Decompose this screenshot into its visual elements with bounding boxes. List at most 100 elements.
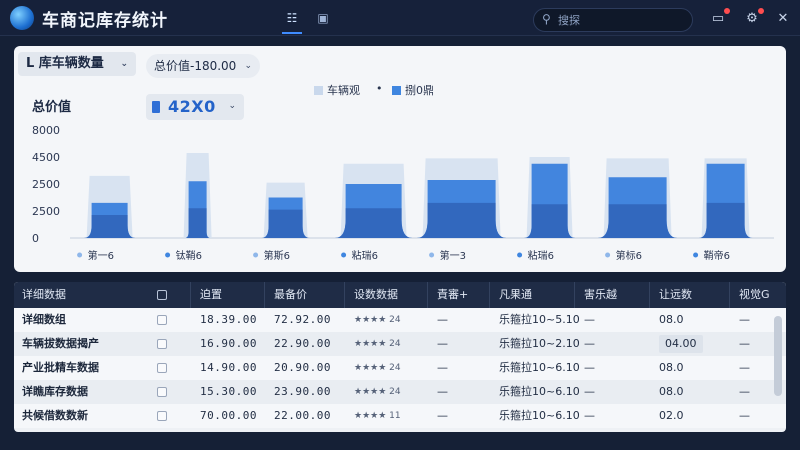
column-header[interactable]: 设数数据: [354, 282, 398, 308]
category-dot: [429, 252, 435, 258]
table-row[interactable]: 详瞧库存数据 15.30.00 23.90.00 ★★★★ 24 — 乐箍拉10~6.10…: [14, 380, 786, 404]
column-separator: [649, 282, 650, 308]
table-cell: 15.30.00: [200, 385, 257, 398]
table-cell: —: [739, 361, 750, 374]
table-cell: 72.92.00: [274, 313, 331, 326]
close-icon[interactable]: ✕: [774, 10, 792, 28]
table-row[interactable]: 车辆拔数据揭产 16.90.00 22.90.00 ★★★★ 24 — 乐箍拉10~2.1…: [14, 332, 786, 356]
table-cell: 22.00.00: [274, 409, 331, 422]
table-cell: 08.0: [659, 361, 684, 374]
column-separator: [427, 282, 428, 308]
table-cell: —: [739, 385, 750, 398]
table-row[interactable]: 产业批精车数据 14.90.00 20.90.00 ★★★★ 24 — 乐箍拉10~6.1…: [14, 356, 786, 380]
x-tick-label: 第一3: [440, 249, 466, 262]
x-tick-label: 第标6: [616, 249, 642, 262]
table-cell: 共候借数数新: [22, 409, 88, 422]
notification-dot: [758, 8, 764, 14]
table-cell: 08.0: [659, 313, 684, 326]
row-checkbox[interactable]: [157, 411, 167, 421]
table-cell: 20.90.00: [274, 361, 331, 374]
table-cell: —: [437, 409, 448, 422]
y-tick-label: 2500: [32, 205, 60, 218]
column-separator: [190, 282, 191, 308]
category-dot: [341, 252, 347, 258]
search-input[interactable]: [558, 12, 686, 28]
x-tick-label: 鞘帝6: [704, 249, 730, 262]
category-dot: [605, 252, 611, 258]
table-cell: 08.0: [659, 385, 684, 398]
column-header[interactable]: 详细数据: [22, 282, 66, 308]
table-cell: —: [584, 337, 595, 350]
column-header[interactable]: 视觉G: [739, 282, 770, 308]
table-cell: 产业批精车数据: [22, 361, 99, 374]
table-cell: 乐箍拉10~6.10: [499, 361, 580, 374]
chart-bar: [184, 208, 211, 238]
table-cell: 详细数组: [22, 313, 66, 326]
category-dot: [693, 252, 699, 258]
row-checkbox[interactable]: [157, 387, 167, 397]
table-cell: 04.00: [659, 332, 703, 356]
table-cell: —: [437, 385, 448, 398]
chart-bar: [416, 202, 507, 238]
chart-bar: [334, 208, 413, 238]
row-checkbox[interactable]: [157, 315, 167, 325]
column-header[interactable]: 責審+: [437, 282, 468, 308]
column-header[interactable]: 害乐越: [584, 282, 617, 308]
y-tick-label: 0: [32, 232, 39, 245]
table-cell: 16.90.00: [200, 337, 257, 350]
table-cell: —: [437, 313, 448, 326]
category-dot: [517, 252, 523, 258]
highlighted-cell-value: 04.00: [659, 335, 703, 353]
list-view-icon[interactable]: ☷: [282, 8, 302, 28]
table-cell: —: [739, 313, 750, 326]
table-scrollbar[interactable]: [774, 316, 782, 396]
table-cell: 70.00.00: [200, 409, 257, 422]
table-header: 详细数据 迫置 最备价 设数数据 責審+ 凡果通 害乐越 让远数 视觉G: [14, 282, 786, 308]
chart-panel: L 库车辆数量 ⌄ 总价值-180.00 ⌄ 总价值 42X0 ⌄ 车辆观 • …: [14, 46, 786, 272]
chart-bar: [597, 204, 678, 238]
table-cell: —: [584, 385, 595, 398]
x-tick-label: 粘瑞6: [352, 249, 378, 262]
chart-bar: [524, 204, 576, 238]
column-header[interactable]: 凡果通: [499, 282, 532, 308]
column-header[interactable]: 最备价: [274, 282, 307, 308]
chart-bar: [261, 209, 310, 238]
chart-view-icon[interactable]: ▣: [313, 8, 333, 28]
top-bar: 车商记库存统计 ☷ ▣ ⚲ ▭ ⚙ ✕: [0, 0, 800, 36]
table-cell: 详瞧库存数据: [22, 385, 88, 398]
table-cell: 18.39.00: [200, 313, 257, 326]
table-cell: 22.90.00: [274, 337, 331, 350]
chart-bar: [84, 215, 136, 238]
settings-icon[interactable]: ⚙: [743, 8, 764, 28]
x-tick-label: 第斯6: [264, 249, 290, 262]
search-box[interactable]: ⚲: [533, 8, 693, 32]
table-cell: 车辆拔数据揭产: [22, 337, 99, 350]
x-tick-label: 钛鞘6: [176, 249, 202, 262]
table-cell: ★★★★ 24: [354, 315, 401, 325]
chart-bar: [698, 202, 753, 238]
table-cell: ★★★★ 11: [354, 411, 401, 421]
table-cell: 乐箍拉10~2.10: [499, 337, 580, 350]
row-checkbox[interactable]: [157, 363, 167, 373]
table-row[interactable]: 共候借数数新 70.00.00 22.00.00 ★★★★ 11 — 乐箍拉10~6.10…: [14, 404, 786, 428]
x-tick-label: 第一6: [88, 249, 114, 262]
y-tick-label: 8000: [32, 124, 60, 137]
select-all-checkbox[interactable]: [157, 290, 167, 300]
column-separator: [344, 282, 345, 308]
app-title: 车商记库存统计: [42, 11, 168, 31]
table-row[interactable]: 详细数组 18.39.00 72.92.00 ★★★★ 24 — 乐箍拉10~5.10 — 0…: [14, 308, 786, 332]
search-icon: ⚲: [542, 12, 551, 26]
table-cell: —: [437, 361, 448, 374]
message-icon[interactable]: ▭: [709, 8, 730, 28]
row-checkbox[interactable]: [157, 339, 167, 349]
active-tab-indicator: [282, 32, 302, 34]
column-header[interactable]: 迫置: [200, 282, 222, 308]
app-logo-icon: [10, 6, 34, 30]
table-cell: —: [584, 361, 595, 374]
x-tick-label: 粘瑞6: [528, 249, 554, 262]
y-tick-label: 4500: [32, 151, 60, 164]
column-header[interactable]: 让远数: [659, 282, 692, 308]
column-separator: [574, 282, 575, 308]
table-cell: —: [739, 337, 750, 350]
table-cell: 乐箍拉10~5.10: [499, 313, 580, 326]
